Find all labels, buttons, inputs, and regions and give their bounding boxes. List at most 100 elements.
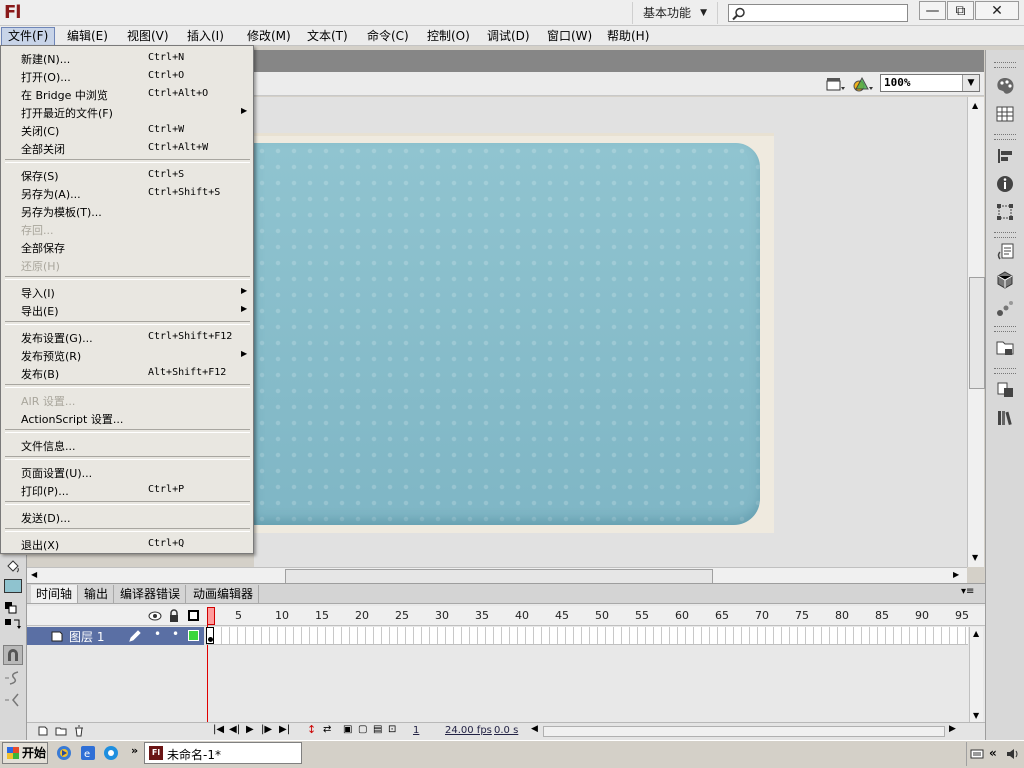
menu-item-close-all[interactable]: 全部关闭 [21, 141, 65, 157]
onion-markers-icon[interactable]: ⊡ [388, 724, 396, 735]
swatches-icon[interactable] [995, 104, 1015, 124]
fill-color-swatch[interactable] [4, 579, 22, 593]
layer-outline-color[interactable] [188, 630, 199, 641]
stage-horizontal-scrollbar[interactable]: ◀ ▶ [27, 567, 967, 584]
tab-output[interactable]: 输出 [79, 585, 115, 603]
menu-item-send[interactable]: 发送(D)... [21, 510, 71, 526]
straighten-icon[interactable] [4, 691, 22, 709]
keyboard-icon[interactable] [970, 748, 984, 760]
chevron-down-icon[interactable]: ▼ [962, 75, 979, 91]
onion-skin-icon[interactable]: ▣ [343, 724, 352, 735]
panel-grip[interactable] [994, 62, 1016, 68]
menu-debug[interactable]: 调试(D) [481, 27, 536, 45]
menu-item-close[interactable]: 关闭(C) [21, 123, 59, 139]
menu-item-publish[interactable]: 发布(B) [21, 366, 59, 382]
lock-icon[interactable] [168, 609, 180, 623]
info-icon[interactable] [995, 174, 1015, 194]
edit-scene-icon[interactable] [826, 76, 846, 92]
menu-file[interactable]: 文件(F) [1, 27, 56, 47]
menu-item-open[interactable]: 打开(O)... [21, 69, 71, 85]
scroll-right-icon[interactable]: ▶ [949, 724, 956, 734]
zoom-select[interactable]: 100% ▼ [880, 74, 980, 92]
motion-presets-icon[interactable] [995, 298, 1015, 318]
prev-frame-icon[interactable]: ◀| [229, 724, 240, 735]
menu-view[interactable]: 视图(V) [121, 27, 175, 45]
default-colors-icon[interactable] [4, 601, 22, 615]
menu-window[interactable]: 窗口(W) [541, 27, 598, 45]
last-frame-icon[interactable]: ▶| [279, 724, 290, 735]
scroll-up-icon[interactable]: ▲ [973, 629, 979, 638]
lock-dot[interactable]: • [172, 627, 179, 641]
menu-insert[interactable]: 插入(I) [181, 27, 230, 45]
media-player-icon[interactable] [56, 745, 72, 761]
panel-grip[interactable] [994, 232, 1016, 238]
menu-item-open-recent[interactable]: 打开最近的文件(F) [21, 105, 113, 121]
menu-item-new[interactable]: 新建(N)... [21, 51, 70, 67]
next-frame-icon[interactable]: |▶ [261, 724, 272, 735]
restore-button[interactable]: ⧉ [947, 1, 974, 20]
scroll-thumb[interactable] [285, 569, 713, 584]
common-libraries-icon[interactable] [995, 408, 1015, 428]
edit-multiple-icon[interactable]: ▤ [373, 724, 382, 735]
center-frame-icon[interactable]: ↕ [307, 723, 316, 736]
workspace-switcher[interactable]: 基本功能 ▼ [632, 2, 718, 24]
quick-launch-icon[interactable] [103, 745, 119, 761]
timeline-horizontal-scrollbar[interactable] [543, 726, 945, 737]
outline-toggle-icon[interactable] [188, 610, 199, 621]
align-icon[interactable] [995, 146, 1015, 166]
first-frame-icon[interactable]: |◀ [213, 724, 224, 735]
scroll-right-icon[interactable]: ▶ [953, 570, 959, 579]
menu-item-actionscript-settings[interactable]: ActionScript 设置... [21, 411, 123, 427]
panel-menu-icon[interactable]: ▾≡ [961, 586, 974, 597]
start-button[interactable]: 开始 [2, 742, 48, 764]
scroll-thumb[interactable] [969, 277, 985, 389]
keyframe[interactable] [206, 627, 214, 644]
close-button[interactable]: ✕ [975, 1, 1019, 20]
minimize-button[interactable]: — [919, 1, 946, 20]
chevron-right-icon[interactable]: » [131, 744, 138, 757]
menu-item-page-setup[interactable]: 页面设置(U)... [21, 465, 92, 481]
taskbar-task-flash[interactable]: Fl 未命名-1* [144, 742, 302, 764]
layer-row[interactable]: 图层 1 • • [27, 627, 204, 645]
scroll-down-icon[interactable]: ▼ [972, 553, 978, 562]
panel-grip[interactable] [994, 326, 1016, 332]
elapsed-time[interactable]: 0.0 s [494, 725, 518, 736]
visibility-dot[interactable]: • [154, 627, 161, 641]
paint-bucket-icon[interactable] [5, 559, 21, 575]
menu-text[interactable]: 文本(T) [301, 27, 354, 45]
scroll-up-icon[interactable]: ▲ [972, 101, 978, 110]
library-icon[interactable] [995, 380, 1015, 400]
menu-item-publish-preview[interactable]: 发布预览(R) [21, 348, 81, 364]
snap-button[interactable] [3, 645, 23, 665]
transform-icon[interactable] [995, 202, 1015, 222]
tab-compiler-errors[interactable]: 编译器错误 [115, 585, 187, 603]
menu-item-export[interactable]: 导出(E) [21, 303, 59, 319]
menu-help[interactable]: 帮助(H) [601, 27, 655, 45]
menu-item-save-as-template[interactable]: 另存为模板(T)... [21, 204, 102, 220]
edit-symbols-icon[interactable] [853, 75, 875, 93]
timeline-vertical-scrollbar[interactable]: ▲ ▼ [969, 627, 983, 723]
tab-motion-editor[interactable]: 动画编辑器 [188, 585, 260, 603]
browser-icon[interactable]: e [80, 745, 96, 761]
menu-item-save-all[interactable]: 全部保存 [21, 240, 65, 256]
panel-grip[interactable] [994, 368, 1016, 374]
actions-icon[interactable] [995, 242, 1015, 262]
layer-name[interactable]: 图层 1 [69, 628, 104, 645]
menu-item-exit[interactable]: 退出(X) [21, 537, 59, 553]
tab-timeline[interactable]: 时间轴 [31, 585, 79, 603]
menu-item-save[interactable]: 保存(S) [21, 168, 59, 184]
volume-icon[interactable] [1005, 747, 1019, 761]
components-icon[interactable] [995, 270, 1015, 290]
color-palette-icon[interactable] [995, 76, 1015, 96]
new-layer-icon[interactable] [37, 725, 49, 737]
swap-colors-icon[interactable] [4, 617, 22, 631]
help-search-box[interactable] [728, 4, 908, 22]
current-frame[interactable]: 1 [413, 725, 419, 736]
menu-item-file-info[interactable]: 文件信息... [21, 438, 76, 454]
scroll-left-icon[interactable]: ◀ [31, 570, 37, 579]
new-folder-icon[interactable] [55, 725, 67, 737]
delete-icon[interactable] [73, 725, 85, 737]
scroll-down-icon[interactable]: ▼ [973, 711, 979, 720]
menu-item-save-as[interactable]: 另存为(A)... [21, 186, 81, 202]
menu-modify[interactable]: 修改(M) [241, 27, 297, 45]
